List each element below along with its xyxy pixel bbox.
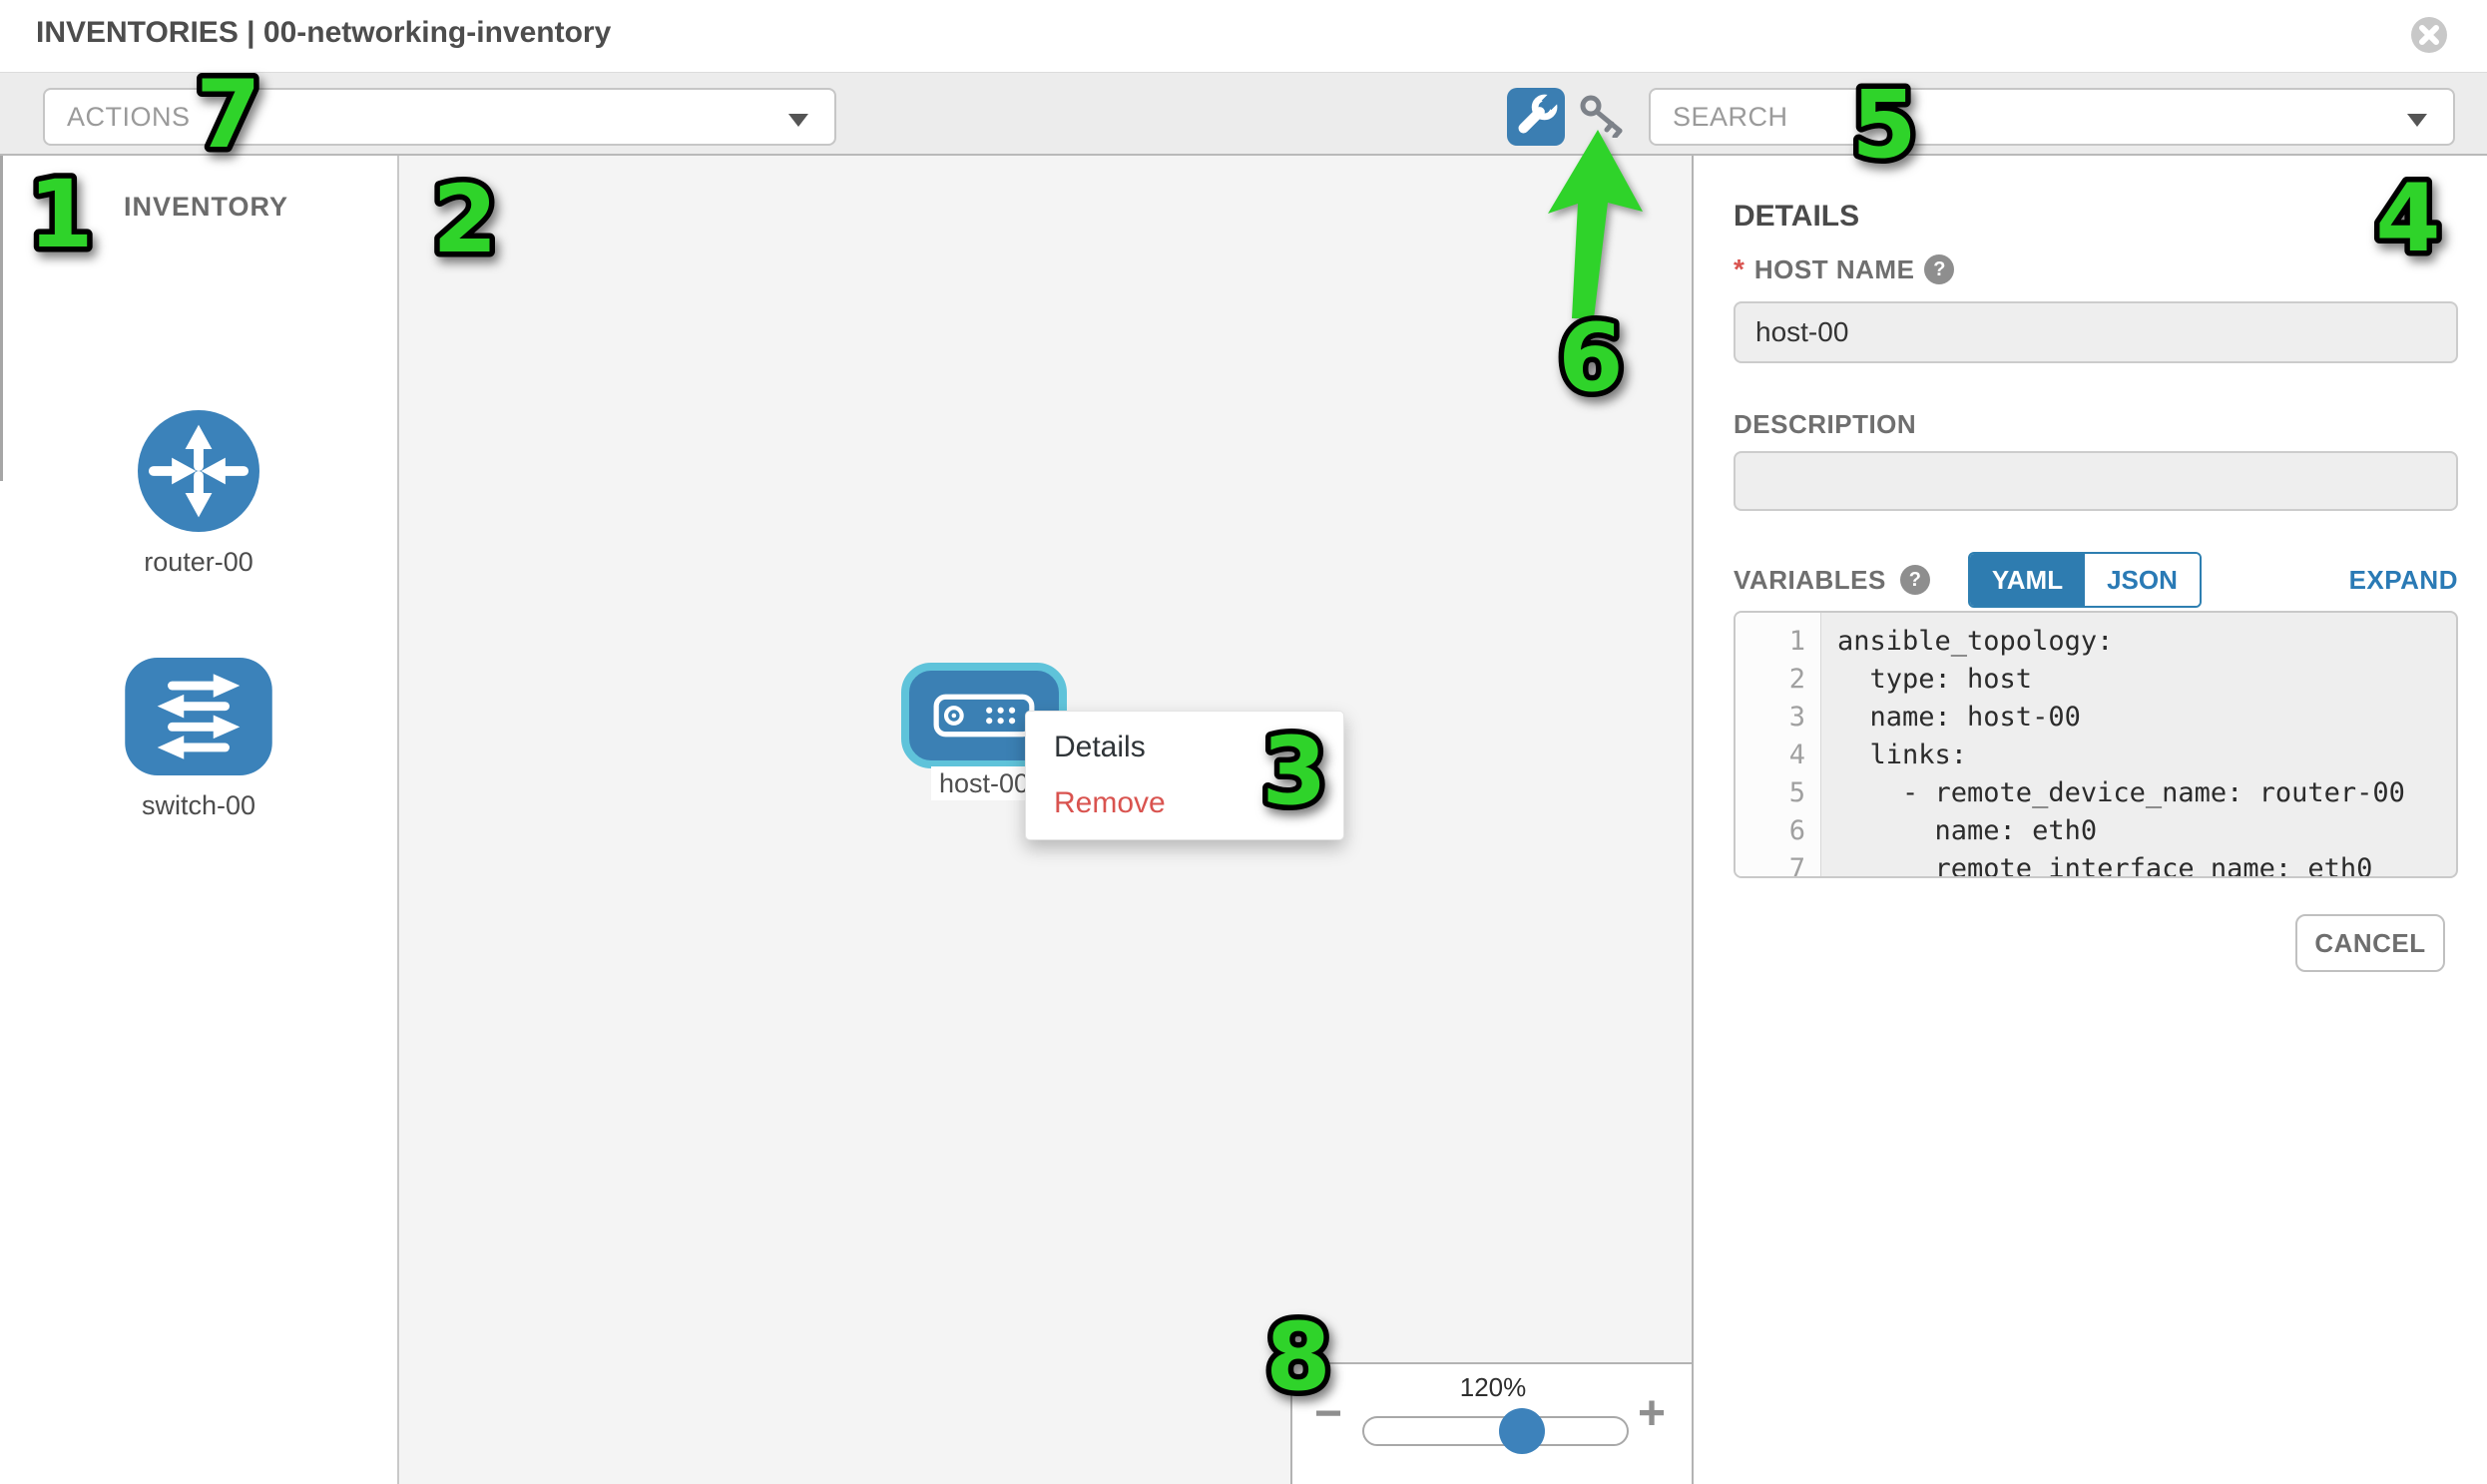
- host-name-label-row: * HOST NAME ?: [1734, 253, 1954, 285]
- search-dropdown-label: SEARCH: [1673, 102, 1788, 133]
- code-rows: 1 ansible_topology: 2 type: host 3 name:…: [1736, 613, 2456, 878]
- wrench-icon: [1509, 89, 1563, 143]
- help-icon[interactable]: ?: [1900, 565, 1930, 595]
- code-line: 6 name: eth0: [1736, 812, 2456, 850]
- actions-dropdown[interactable]: ACTIONS: [43, 88, 836, 146]
- key-icon: [1579, 94, 1629, 138]
- description-label: DESCRIPTION: [1734, 409, 1916, 440]
- json-toggle-button[interactable]: JSON: [2085, 554, 2200, 606]
- details-panel: DETAILS * HOST NAME ? DESCRIPTION VARIAB…: [1694, 156, 2487, 1484]
- host-name-label: HOST NAME: [1754, 254, 1915, 285]
- required-marker: *: [1734, 253, 1744, 285]
- code-line: 5 - remote_device_name: router-00: [1736, 774, 2456, 812]
- code-line: 2 type: host: [1736, 661, 2456, 699]
- topology-canvas[interactable]: host-00 Details Remove 120% − +: [399, 156, 1694, 1484]
- code-line: 3 name: host-00: [1736, 699, 2456, 737]
- zoom-control-panel: 120% − +: [1290, 1362, 1694, 1484]
- details-heading: DETAILS: [1734, 200, 1859, 234]
- context-menu: Details Remove: [1025, 711, 1344, 840]
- host-server-icon: [932, 690, 1036, 742]
- chevron-down-icon: [788, 114, 808, 127]
- close-button[interactable]: [2410, 16, 2448, 54]
- sidebar-heading: INVENTORY: [124, 192, 288, 223]
- close-icon: [2410, 16, 2448, 54]
- inventory-sidebar: INVENTORY router-00 switch-00: [0, 156, 399, 1484]
- search-dropdown[interactable]: SEARCH: [1649, 88, 2455, 146]
- sidebar-item-router[interactable]: router-00: [0, 410, 397, 578]
- actions-dropdown-label: ACTIONS: [67, 102, 191, 133]
- sidebar-item-switch[interactable]: switch-00: [0, 658, 397, 821]
- zoom-out-button[interactable]: −: [1314, 1390, 1342, 1438]
- cancel-button[interactable]: CANCEL: [2295, 914, 2445, 972]
- configure-button[interactable]: [1507, 88, 1565, 146]
- page-title: INVENTORIES | 00-networking-inventory: [36, 16, 611, 50]
- zoom-in-button[interactable]: +: [1638, 1390, 1666, 1438]
- sidebar-item-label: switch-00: [0, 790, 397, 821]
- context-menu-item-details[interactable]: Details: [1026, 720, 1343, 775]
- key-button[interactable]: [1579, 94, 1629, 138]
- switch-icon: [124, 658, 273, 775]
- variables-code-editor[interactable]: 1 ansible_topology: 2 type: host 3 name:…: [1734, 611, 2458, 878]
- format-toggle: YAML JSON: [1968, 552, 2202, 608]
- host-name-input[interactable]: [1734, 301, 2458, 363]
- zoom-slider-track[interactable]: [1362, 1416, 1629, 1446]
- variables-row: VARIABLES ? YAML JSON EXPAND: [1734, 551, 2458, 609]
- sidebar-item-label: router-00: [0, 547, 397, 578]
- chevron-down-icon: [2407, 114, 2427, 127]
- yaml-toggle-button[interactable]: YAML: [1970, 554, 2085, 606]
- expand-link[interactable]: EXPAND: [2349, 565, 2458, 596]
- variables-label: VARIABLES: [1734, 565, 1886, 596]
- code-line: 4 links:: [1736, 737, 2456, 774]
- description-input[interactable]: [1734, 451, 2458, 511]
- zoom-slider-thumb[interactable]: [1499, 1408, 1545, 1454]
- code-line: 7 remote_interface_name: eth0: [1736, 850, 2456, 878]
- header: INVENTORIES | 00-networking-inventory: [0, 0, 2487, 72]
- code-line: 1 ansible_topology:: [1736, 623, 2456, 661]
- zoom-level-value: 120%: [1292, 1372, 1694, 1403]
- router-icon: [138, 410, 259, 532]
- description-label-row: DESCRIPTION: [1734, 409, 1916, 440]
- help-icon[interactable]: ?: [1924, 254, 1954, 284]
- context-menu-item-remove[interactable]: Remove: [1026, 775, 1343, 831]
